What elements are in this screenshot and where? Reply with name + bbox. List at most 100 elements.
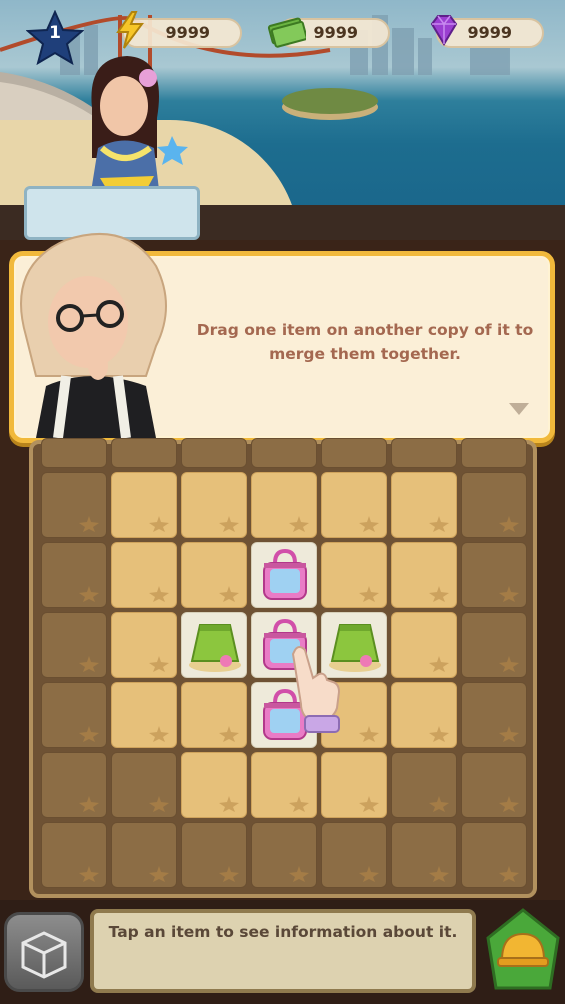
board-tile[interactable] xyxy=(41,822,107,888)
starfish-icon xyxy=(79,796,99,812)
starfish-icon xyxy=(359,866,379,882)
starfish-icon xyxy=(149,516,169,532)
board-tile[interactable] xyxy=(321,752,387,818)
storage-box-button[interactable] xyxy=(4,912,84,992)
starfish-icon xyxy=(359,796,379,812)
starfish-icon xyxy=(219,726,239,742)
board-tile[interactable] xyxy=(461,542,527,608)
board-tile[interactable] xyxy=(41,472,107,538)
board-tile[interactable] xyxy=(391,682,457,748)
starfish-icon xyxy=(79,586,99,602)
board-tile[interactable] xyxy=(321,472,387,538)
board-tile[interactable] xyxy=(41,542,107,608)
box-icon xyxy=(21,931,67,979)
cash-stack-icon xyxy=(267,17,306,48)
gem-icon xyxy=(430,15,458,46)
board-tile[interactable] xyxy=(461,682,527,748)
starfish-icon xyxy=(79,656,99,672)
board-tile[interactable] xyxy=(111,438,177,468)
starfish-icon xyxy=(429,866,449,882)
item-info-panel: Tap an item to see information about it. xyxy=(90,909,476,993)
board-tile[interactable] xyxy=(321,822,387,888)
starfish-icon xyxy=(149,656,169,672)
starfish-icon xyxy=(219,516,239,532)
lightning-bolt-icon xyxy=(116,11,144,49)
starfish-icon xyxy=(79,726,99,742)
starfish-icon xyxy=(499,726,519,742)
board-tile[interactable] xyxy=(251,752,317,818)
makeup-bag-icon[interactable] xyxy=(260,549,310,603)
starfish-icon xyxy=(499,656,519,672)
starfish-icon xyxy=(79,516,99,532)
gems-value: 9999 xyxy=(467,23,512,42)
green-skirt-icon[interactable] xyxy=(186,621,244,673)
board-tile[interactable] xyxy=(181,612,247,678)
board-tile[interactable] xyxy=(391,822,457,888)
board-tile[interactable] xyxy=(461,822,527,888)
board-tile[interactable] xyxy=(41,612,107,678)
starfish-icon xyxy=(289,866,309,882)
starfish-icon xyxy=(219,866,239,882)
board-tile[interactable] xyxy=(111,612,177,678)
board-tile[interactable] xyxy=(391,438,457,468)
board-tile[interactable] xyxy=(111,822,177,888)
starfish-icon xyxy=(429,656,449,672)
starfish-icon xyxy=(359,586,379,602)
board-tile[interactable] xyxy=(181,822,247,888)
continue-arrow-icon[interactable] xyxy=(508,402,530,416)
starfish-icon xyxy=(429,516,449,532)
board-tile[interactable] xyxy=(41,682,107,748)
tutorial-hand-pointer xyxy=(285,644,345,738)
board-tile[interactable] xyxy=(111,752,177,818)
board-tile[interactable] xyxy=(251,472,317,538)
starfish-icon xyxy=(219,796,239,812)
starfish-icon xyxy=(149,726,169,742)
board-tile[interactable] xyxy=(391,542,457,608)
board-tile[interactable] xyxy=(391,752,457,818)
board-tile[interactable] xyxy=(181,752,247,818)
board-tile[interactable] xyxy=(181,438,247,468)
cash-value: 9999 xyxy=(313,23,358,42)
board-tile[interactable] xyxy=(181,682,247,748)
board-tile[interactable] xyxy=(41,438,107,468)
board-tile[interactable] xyxy=(251,542,317,608)
starfish-icon xyxy=(359,516,379,532)
starfish-icon xyxy=(149,796,169,812)
board-tile[interactable] xyxy=(251,822,317,888)
starfish-icon xyxy=(79,866,99,882)
board-tile[interactable] xyxy=(111,472,177,538)
starfish-icon xyxy=(429,796,449,812)
board-tile[interactable] xyxy=(41,752,107,818)
gems-counter[interactable]: 9999 xyxy=(430,15,544,48)
cash-counter[interactable]: 9999 xyxy=(267,17,390,48)
energy-counter[interactable]: 9999 xyxy=(116,11,242,49)
level-badge[interactable]: 1 xyxy=(25,9,85,66)
board-tile[interactable] xyxy=(461,612,527,678)
pointing-hand-icon xyxy=(291,646,341,733)
board-tile[interactable] xyxy=(251,438,317,468)
board-tile[interactable] xyxy=(111,682,177,748)
builder-helmet-button[interactable] xyxy=(484,908,562,992)
island xyxy=(282,88,378,114)
starfish-icon xyxy=(499,796,519,812)
board-tile[interactable] xyxy=(181,542,247,608)
board-tile[interactable] xyxy=(391,472,457,538)
board-tile[interactable] xyxy=(391,612,457,678)
starfish-icon xyxy=(499,586,519,602)
shopkeeper-character-icon xyxy=(90,56,188,198)
starfish-icon xyxy=(219,586,239,602)
board-tile[interactable] xyxy=(111,542,177,608)
merge-board xyxy=(29,438,537,898)
starfish-icon xyxy=(499,866,519,882)
board-tile[interactable] xyxy=(461,752,527,818)
starfish-icon xyxy=(289,796,309,812)
board-tile[interactable] xyxy=(181,472,247,538)
board-tile[interactable] xyxy=(321,438,387,468)
board-tile[interactable] xyxy=(461,472,527,538)
tutorial-message: Drag one item on another copy of it to m… xyxy=(196,321,534,363)
starfish-icon xyxy=(499,516,519,532)
item-info-text: Tap an item to see information about it. xyxy=(108,923,458,941)
board-tile[interactable] xyxy=(321,542,387,608)
level-number: 1 xyxy=(49,23,61,43)
board-tile[interactable] xyxy=(461,438,527,468)
